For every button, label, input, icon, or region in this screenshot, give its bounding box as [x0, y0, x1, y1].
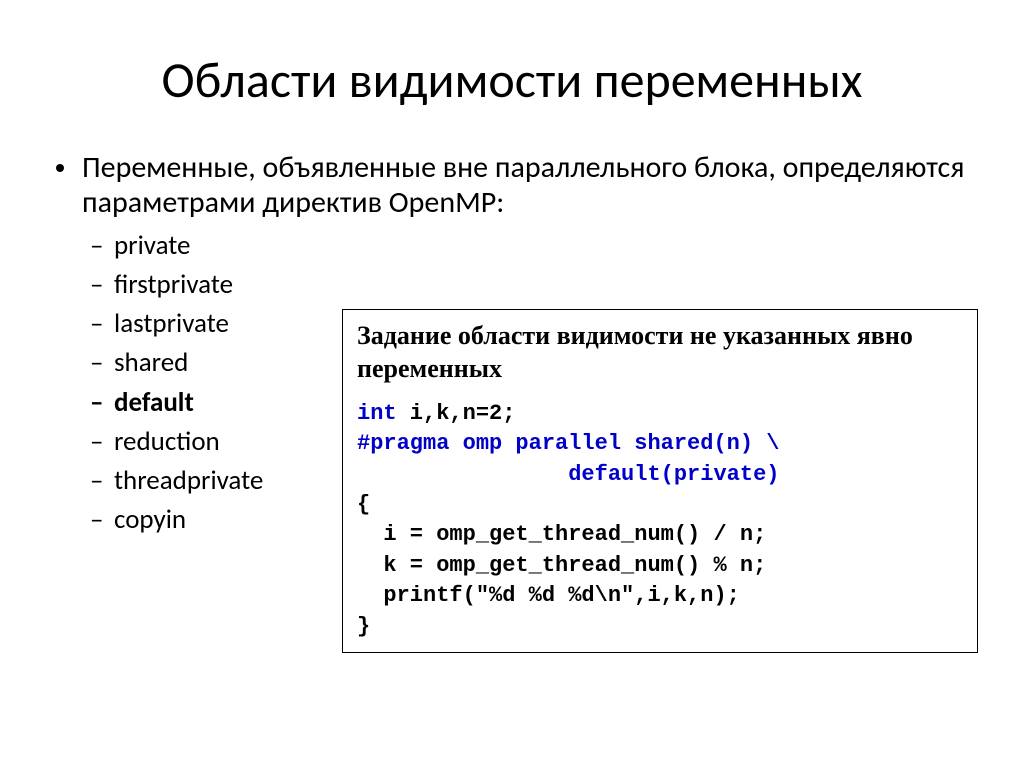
- sub-item-firstprivate: firstprivate: [114, 265, 974, 304]
- sub-item-private: private: [114, 226, 974, 265]
- main-bullet-text: Переменные, объявленные вне параллельног…: [82, 149, 964, 221]
- code-box: Задание области видимости не указанных я…: [342, 309, 978, 653]
- code-line-print: printf("%d %d %d\n",i,k,n);: [357, 583, 740, 608]
- code-pragma-line1: #pragma omp parallel shared(n) \: [357, 431, 779, 456]
- code-brace-open: {: [357, 492, 370, 517]
- main-bullet: Переменные, объявленные вне параллельног…: [50, 151, 974, 220]
- code-decl-rest: i,k,n=2;: [397, 401, 516, 426]
- code-box-title: Задание области видимости не указанных я…: [357, 320, 963, 385]
- code-pragma-line2: default(private): [357, 462, 779, 487]
- slide-body: Переменные, объявленные вне параллельног…: [50, 151, 974, 539]
- code-kw-int: int: [357, 401, 397, 426]
- code-block: int i,k,n=2; #pragma omp parallel shared…: [357, 399, 963, 642]
- bullet-dot-icon: [56, 164, 64, 172]
- slide-title: Области видимости переменных: [50, 50, 974, 111]
- slide: Области видимости переменных Переменные,…: [0, 0, 1024, 768]
- code-line-i: i = omp_get_thread_num() / n;: [357, 522, 766, 547]
- code-brace-close: }: [357, 614, 370, 639]
- code-line-k: k = omp_get_thread_num() % n;: [357, 553, 766, 578]
